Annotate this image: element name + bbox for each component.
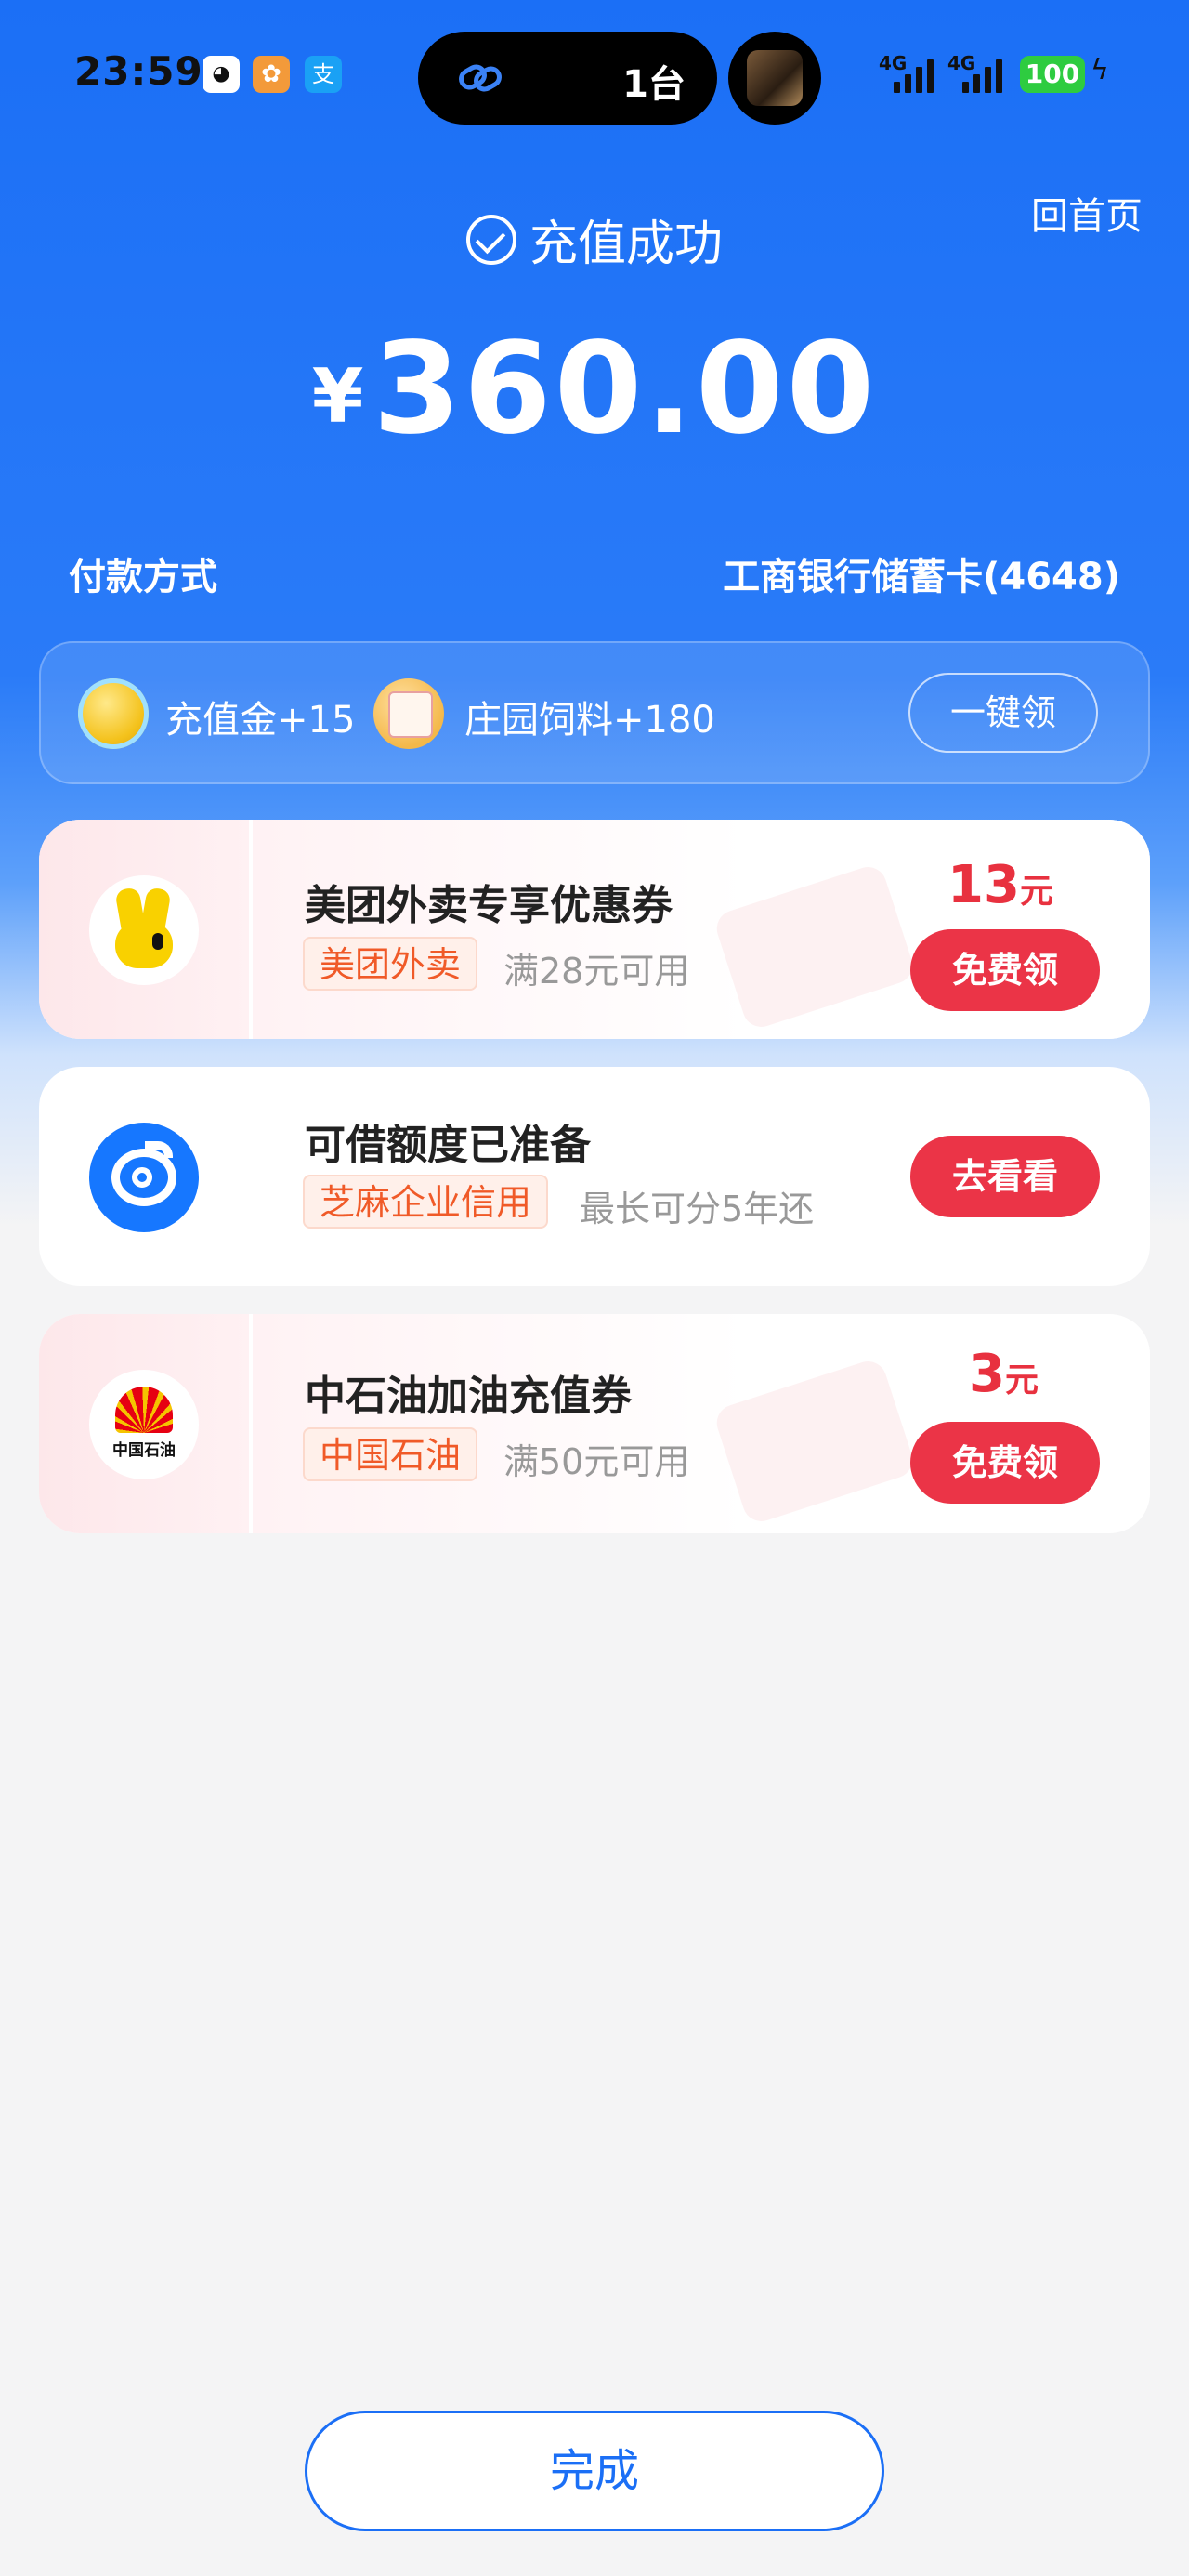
- signal-icon: 4G: [947, 52, 1013, 93]
- qq-icon: ◕: [203, 56, 240, 93]
- offer-tag: 芝麻企业信用: [303, 1175, 549, 1229]
- paid-amount: ¥360.00: [0, 316, 1189, 463]
- alipay-icon: 支: [305, 56, 342, 93]
- offer-title: 美团外卖专享优惠券: [305, 882, 673, 929]
- offer-card-meituan[interactable]: 美团外卖专享优惠券 美团外卖 满28元可用 13元 免费领: [39, 820, 1150, 1039]
- rewards-bar: 充值金+15 庄园饲料+180 一键领: [39, 641, 1150, 784]
- offer-card-petrochina[interactable]: 中国石油 中石油加油充值券 中国石油 满50元可用 3元 免费领: [39, 1314, 1150, 1533]
- island-device-count: 1台: [622, 63, 686, 106]
- offer-price: 13元: [947, 855, 1053, 915]
- feed-bag-icon: [373, 678, 444, 749]
- offer-card-credit[interactable]: 可借额度已准备 芝麻企业信用 最长可分5年还 去看看: [39, 1067, 1150, 1286]
- claim-all-button[interactable]: 一键领: [908, 673, 1098, 753]
- reward-farm-feed: 庄园饲料+180: [464, 699, 715, 742]
- success-title: 充值成功: [0, 204, 1189, 274]
- success-title-text: 充值成功: [529, 217, 723, 272]
- payment-method-label: 付款方式: [69, 556, 217, 598]
- header-background: [0, 0, 1189, 1227]
- payment-method-value: 工商银行储蓄卡(4648): [723, 556, 1120, 598]
- offer-title: 可借额度已准备: [305, 1122, 591, 1169]
- signal-icon: 4G: [879, 52, 944, 93]
- check-circle-icon: [465, 214, 516, 265]
- dynamic-island[interactable]: 1台: [418, 32, 717, 125]
- offer-price: 3元: [969, 1344, 1039, 1404]
- amount-value: 360.00: [372, 316, 878, 463]
- link-icon: [459, 64, 502, 92]
- claim-free-button[interactable]: 免费领: [910, 929, 1100, 1011]
- status-bar: 23:59 ◕ ✿ 支 1台 4G 4G 100 ϟ: [0, 0, 1189, 149]
- view-button[interactable]: 去看看: [910, 1136, 1100, 1217]
- offer-condition: 满28元可用: [503, 951, 690, 992]
- offer-condition: 最长可分5年还: [580, 1189, 815, 1229]
- meituan-kangaroo-icon: [89, 875, 199, 985]
- gold-coin-icon: [78, 678, 149, 749]
- battery-indicator: 100: [1020, 56, 1085, 93]
- avatar[interactable]: [728, 32, 821, 125]
- offer-tag: 中国石油: [303, 1427, 478, 1481]
- taobao-flying-pig-icon: ✿: [253, 56, 290, 93]
- offer-title: 中石油加油充值券: [305, 1373, 632, 1420]
- claim-free-button[interactable]: 免费领: [910, 1422, 1100, 1504]
- status-time: 23:59: [74, 48, 203, 94]
- charging-bolt-icon: ϟ: [1091, 54, 1109, 86]
- zhima-credit-icon: [89, 1123, 199, 1232]
- offer-tag: 美团外卖: [303, 937, 478, 991]
- reward-recharge-gold: 充值金+15: [165, 699, 356, 742]
- currency-symbol: ¥: [311, 353, 364, 440]
- offer-condition: 满50元可用: [503, 1441, 690, 1482]
- petrochina-logo-icon: 中国石油: [89, 1370, 199, 1479]
- done-button[interactable]: 完成: [305, 2411, 884, 2531]
